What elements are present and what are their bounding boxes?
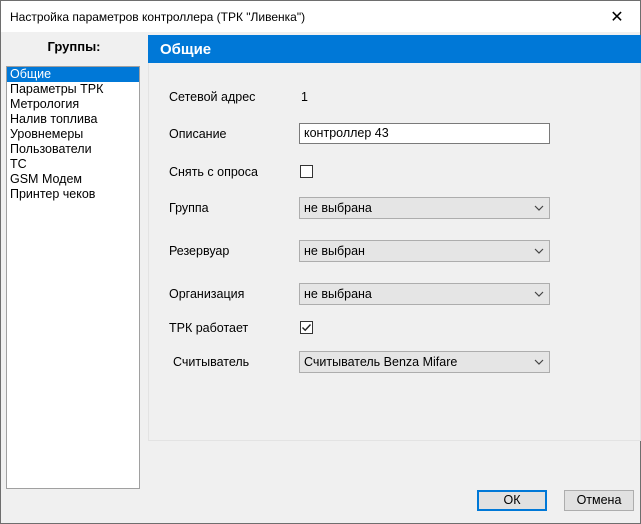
reader-label: Считыватель bbox=[173, 355, 250, 369]
organization-label: Организация bbox=[169, 287, 245, 301]
trk-works-checkbox[interactable] bbox=[300, 321, 313, 334]
remove-from-poll-label: Снять с опроса bbox=[169, 165, 258, 179]
organization-select-value: не выбрана bbox=[304, 287, 372, 301]
cancel-button[interactable]: Отмена bbox=[564, 490, 634, 511]
group-select[interactable]: не выбрана bbox=[299, 197, 550, 219]
description-input[interactable]: контроллер 43 bbox=[299, 123, 550, 144]
chevron-down-icon bbox=[533, 241, 545, 261]
trk-works-label: ТРК работает bbox=[169, 321, 249, 335]
ok-button[interactable]: ОК bbox=[477, 490, 547, 511]
group-select-value: не выбрана bbox=[304, 201, 372, 215]
groups-item-fuel-filling[interactable]: Налив топлива bbox=[7, 112, 139, 127]
window-title: Настройка параметров контроллера (ТРК "Л… bbox=[10, 10, 306, 24]
checkmark-icon bbox=[302, 324, 312, 332]
groups-item-trk-params[interactable]: Параметры ТРК bbox=[7, 82, 139, 97]
chevron-down-icon bbox=[533, 284, 545, 304]
tank-select-value: не выбран bbox=[304, 244, 365, 258]
group-label: Группа bbox=[169, 201, 209, 215]
groups-item-metrology[interactable]: Метрология bbox=[7, 97, 139, 112]
groups-item-general[interactable]: Общие bbox=[7, 67, 139, 82]
groups-label: Группы: bbox=[47, 39, 101, 54]
tank-label: Резервуар bbox=[169, 244, 230, 258]
close-icon[interactable]: ✕ bbox=[594, 1, 640, 32]
groups-item-level-gauges[interactable]: Уровнемеры bbox=[7, 127, 139, 142]
organization-select[interactable]: не выбрана bbox=[299, 283, 550, 305]
chevron-down-icon bbox=[533, 198, 545, 218]
groups-item-ts[interactable]: ТС bbox=[7, 157, 139, 172]
reader-select[interactable]: Считыватель Benza Mifare bbox=[299, 351, 550, 373]
chevron-down-icon bbox=[533, 352, 545, 372]
groups-item-gsm-modem[interactable]: GSM Модем bbox=[7, 172, 139, 187]
title-bar: Настройка параметров контроллера (ТРК "Л… bbox=[1, 1, 640, 32]
reader-select-value: Считыватель Benza Mifare bbox=[304, 355, 458, 369]
network-address-label: Сетевой адрес bbox=[169, 90, 256, 104]
groups-item-receipt-printer[interactable]: Принтер чеков bbox=[7, 187, 139, 202]
groups-list[interactable]: Общие Параметры ТРК Метрология Налив топ… bbox=[6, 66, 140, 489]
remove-from-poll-checkbox[interactable] bbox=[300, 165, 313, 178]
panel-title: Общие bbox=[160, 41, 212, 58]
dialog-window: Настройка параметров контроллера (ТРК "Л… bbox=[0, 0, 641, 524]
description-label: Описание bbox=[169, 127, 227, 141]
tank-select[interactable]: не выбран bbox=[299, 240, 550, 262]
panel-header: Общие bbox=[148, 35, 641, 63]
groups-item-users[interactable]: Пользователи bbox=[7, 142, 139, 157]
network-address-value: 1 bbox=[301, 90, 308, 104]
